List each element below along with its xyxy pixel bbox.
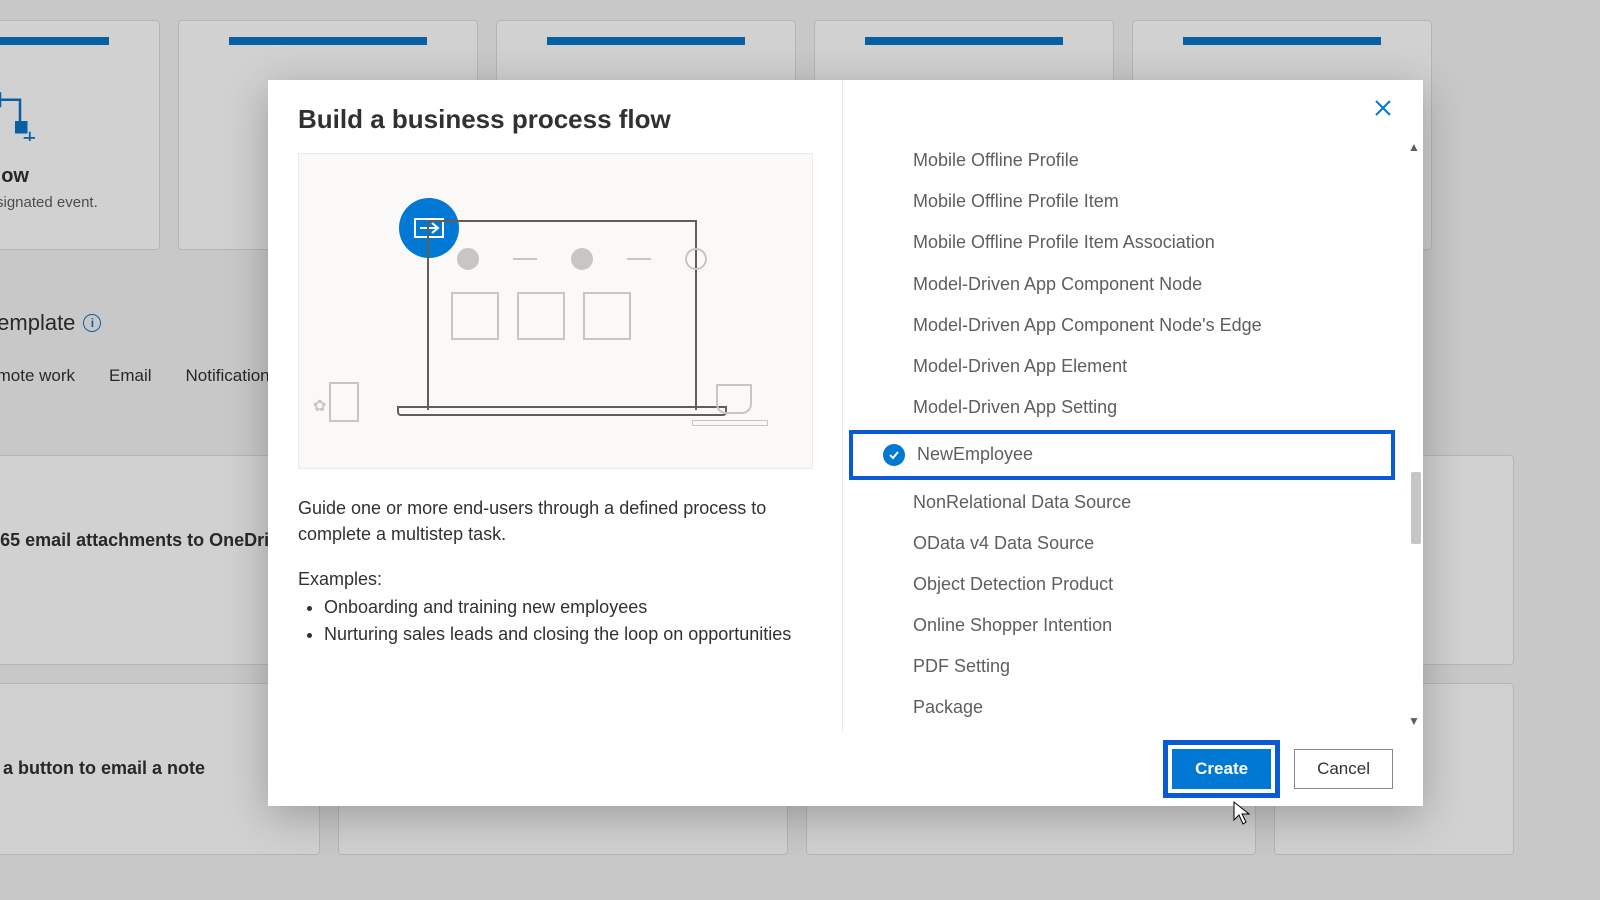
example-item: Onboarding and training new employees	[324, 594, 812, 621]
entity-option-selected[interactable]: NewEmployee	[849, 430, 1395, 479]
build-bpf-dialog: Build a business process flow ✿ Guide on…	[268, 80, 1423, 806]
entity-option[interactable]: Online Shopper Intention	[843, 605, 1405, 646]
entity-option[interactable]: Model-Driven App Component Node's Edge	[843, 305, 1405, 346]
dialog-description: Guide one or more end-users through a de…	[298, 495, 812, 547]
create-button[interactable]: Create	[1172, 749, 1271, 789]
example-item: Nurturing sales leads and closing the lo…	[324, 621, 812, 648]
entity-option[interactable]: PDF Setting	[843, 646, 1405, 687]
entity-option[interactable]: OData v4 Data Source	[843, 523, 1405, 564]
entity-option[interactable]: Object Detection Product	[843, 564, 1405, 605]
dialog-footer: Create Cancel	[268, 732, 1423, 806]
scrollbar-thumb[interactable]	[1411, 472, 1421, 544]
entity-option[interactable]: Mobile Offline Profile	[843, 140, 1405, 181]
entity-option-label: NewEmployee	[917, 444, 1033, 464]
entity-option[interactable]: Model-Driven App Element	[843, 346, 1405, 387]
bpf-illustration: ✿	[298, 153, 813, 469]
create-highlight: Create	[1163, 740, 1280, 798]
entity-option[interactable]: Package	[843, 687, 1405, 728]
dialog-right-pane: Mobile Offline Profile Mobile Offline Pr…	[843, 80, 1423, 732]
entity-option[interactable]: Mobile Offline Profile Item Association	[843, 222, 1405, 263]
dialog-title: Build a business process flow	[298, 104, 812, 135]
entity-option[interactable]: NonRelational Data Source	[843, 482, 1405, 523]
entity-option[interactable]: Mobile Offline Profile Item	[843, 181, 1405, 222]
entity-option[interactable]: Model-Driven App Setting	[843, 387, 1405, 428]
examples-list: Onboarding and training new employees Nu…	[324, 594, 812, 648]
entity-option[interactable]: Model-Driven App Component Node	[843, 264, 1405, 305]
check-icon	[883, 444, 905, 466]
scroll-down-icon[interactable]: ▼	[1407, 714, 1421, 728]
close-button[interactable]	[1369, 94, 1397, 122]
scroll-up-icon[interactable]: ▲	[1407, 140, 1421, 154]
cancel-button[interactable]: Cancel	[1294, 749, 1393, 789]
entity-list[interactable]: Mobile Offline Profile Mobile Offline Pr…	[843, 140, 1405, 732]
examples-label: Examples:	[298, 569, 812, 590]
dialog-left-pane: Build a business process flow ✿ Guide on…	[268, 80, 843, 732]
